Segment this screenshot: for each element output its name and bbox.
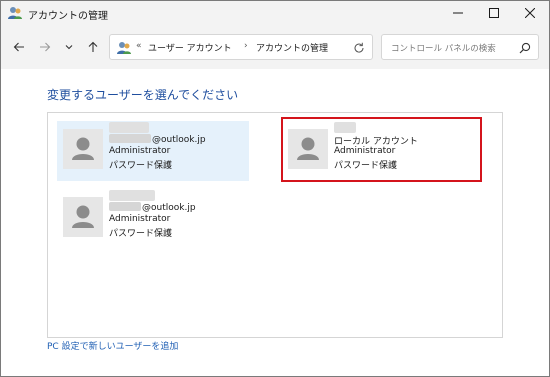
refresh-icon — [354, 42, 364, 53]
maximize-button[interactable] — [476, 1, 512, 25]
user-card-3[interactable]: @outlook.jp Administrator パスワード保護 — [57, 189, 249, 249]
add-user-link[interactable]: PC 設定で新しいユーザーを追加 — [47, 339, 178, 352]
main-content: 変更するユーザーを選んでください @outlook.jp Administrat… — [1, 69, 549, 376]
breadcrumb-overflow[interactable]: « — [136, 41, 142, 51]
breadcrumb-manage-accounts[interactable]: アカウントの管理 — [256, 41, 328, 54]
minimize-icon — [453, 12, 463, 14]
user-name-redacted — [109, 122, 149, 133]
close-icon — [525, 8, 535, 18]
up-button[interactable] — [83, 37, 103, 57]
user-name-redacted — [109, 190, 155, 201]
email-redacted — [109, 134, 151, 143]
page-heading: 変更するユーザーを選んでください — [47, 88, 239, 102]
search-placeholder: コントロール パネルの検索 — [391, 44, 496, 54]
user-email-domain: @outlook.jp — [152, 135, 206, 145]
chevron-down-icon — [65, 45, 73, 50]
users-app-icon — [7, 5, 23, 21]
back-arrow-icon — [13, 42, 24, 52]
highlight-box — [281, 117, 482, 182]
users-app-icon — [116, 40, 132, 56]
forward-arrow-icon — [40, 42, 51, 52]
refresh-button[interactable] — [350, 39, 368, 57]
minimize-button[interactable] — [440, 1, 476, 25]
avatar — [63, 129, 103, 169]
maximize-icon — [489, 8, 499, 18]
user-avatar-icon — [72, 205, 94, 228]
navigation-bar: « ユーザー アカウント › アカウントの管理 コントロール パネルの検索 — [1, 25, 549, 69]
user-avatar-icon — [72, 137, 94, 160]
user-protection: パスワード保護 — [109, 161, 173, 171]
back-button[interactable] — [9, 37, 29, 57]
window-title: アカウントの管理 — [28, 11, 108, 22]
up-arrow-icon — [88, 41, 98, 52]
user-role: Administrator — [109, 214, 171, 224]
user-email-domain: @outlook.jp — [142, 203, 196, 213]
account-management-window: アカウントの管理 « ユーザー アカウント › アカウントの管理 コントロール … — [0, 0, 550, 377]
user-card-1[interactable]: @outlook.jp Administrator パスワード保護 — [57, 121, 249, 181]
forward-button[interactable] — [35, 37, 55, 57]
user-protection: パスワード保護 — [109, 229, 173, 239]
user-email: @outlook.jp — [109, 202, 196, 213]
breadcrumb-user-accounts[interactable]: ユーザー アカウント — [148, 41, 232, 54]
search-icon[interactable] — [518, 41, 532, 55]
address-bar[interactable]: « ユーザー アカウント › アカウントの管理 — [109, 34, 373, 60]
email-redacted — [109, 202, 141, 211]
search-box[interactable]: コントロール パネルの検索 — [381, 34, 539, 60]
user-email: @outlook.jp — [109, 134, 206, 145]
user-role: Administrator — [109, 146, 171, 156]
close-button[interactable] — [512, 1, 548, 25]
breadcrumb-separator[interactable]: › — [244, 41, 248, 51]
recent-locations-button[interactable] — [59, 37, 79, 57]
avatar — [63, 197, 103, 237]
title-bar: アカウントの管理 — [1, 1, 549, 25]
